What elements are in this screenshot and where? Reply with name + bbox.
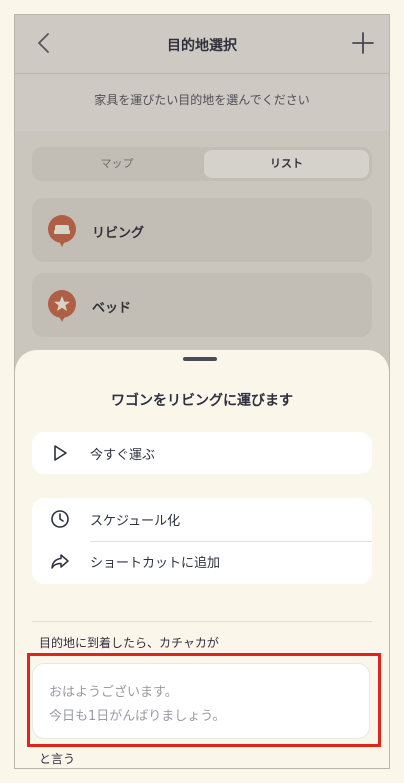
speech-suffix-label: と言う	[39, 752, 76, 766]
run-now-label: 今すぐ運ぶ	[90, 448, 156, 463]
share-arrow-icon	[51, 554, 69, 569]
speech-text-input[interactable]: おはようございます。 今日も1日がんばりましょう。	[32, 663, 370, 739]
add-shortcut-button[interactable]: ショートカットに追加	[32, 540, 372, 582]
sheet-title: ワゴンをリビングに運びます	[111, 393, 293, 409]
play-icon	[54, 445, 67, 461]
speech-text-line-1: おはようございます。	[49, 685, 178, 700]
add-shortcut-label: ショートカットに追加	[90, 556, 221, 571]
speech-text-line-2: 今日も1日がんばりましょう。	[49, 709, 226, 724]
clock-icon	[51, 510, 69, 528]
app-screen: 目的地選択 家具を運びたい目的地を選んでください マップ リスト リビング ベッ…	[14, 14, 390, 769]
run-now-card: 今すぐ運ぶ	[32, 432, 372, 474]
schedule-button[interactable]: スケジュール化	[32, 498, 372, 540]
options-card: スケジュール化 ショートカットに追加	[32, 498, 372, 584]
schedule-label: スケジュール化	[90, 514, 181, 529]
section-divider	[32, 621, 372, 622]
run-now-button[interactable]: 今すぐ運ぶ	[32, 432, 372, 474]
arrival-prompt-label: 目的地に到着したら、カチャカが	[39, 636, 219, 650]
sheet-handle[interactable]	[183, 357, 217, 361]
bottom-sheet: ワゴンをリビングに運びます 今すぐ運ぶ スケジュール化 ショートカットに追加 目…	[15, 350, 389, 768]
